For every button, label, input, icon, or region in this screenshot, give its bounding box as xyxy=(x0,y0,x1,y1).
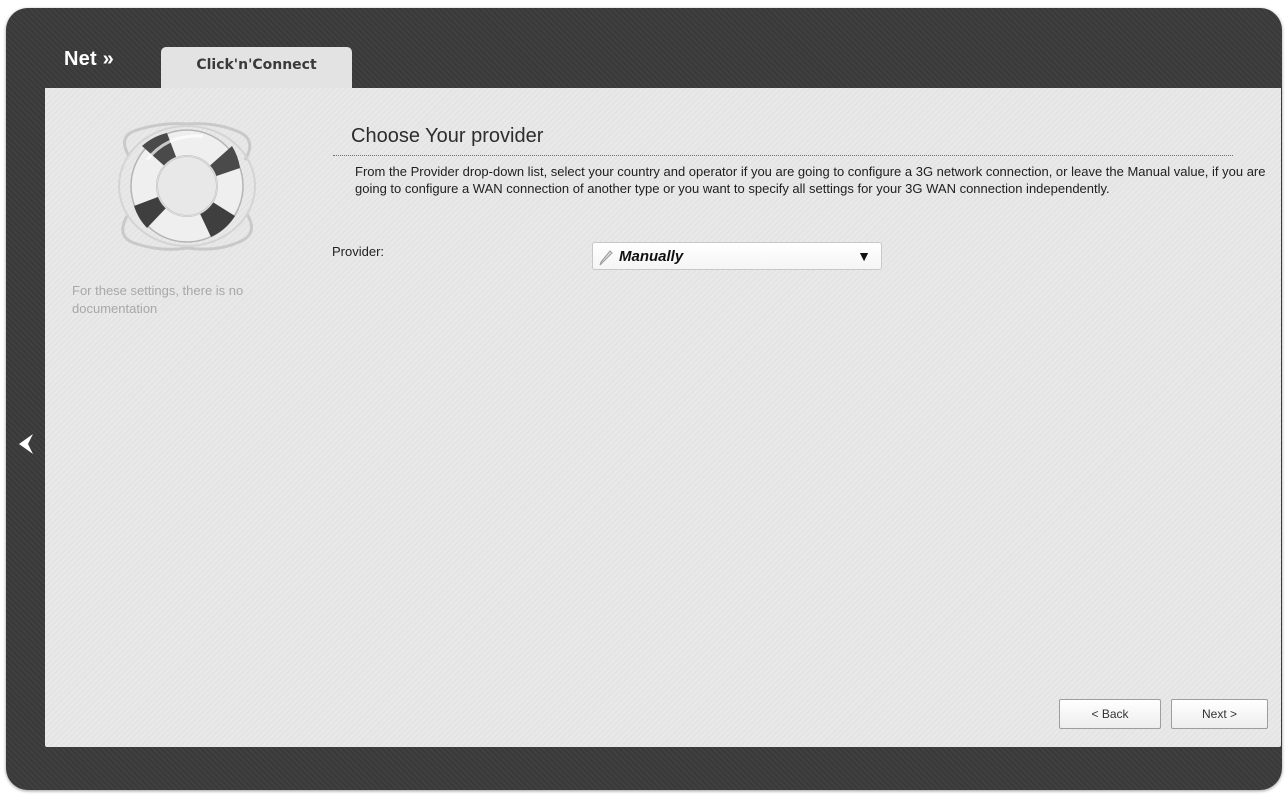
back-button[interactable]: < Back xyxy=(1059,699,1161,729)
next-button[interactable]: Next > xyxy=(1171,699,1268,729)
title-divider xyxy=(333,155,1233,156)
tab-click-n-connect[interactable]: Click'n'Connect xyxy=(161,47,352,89)
chevron-down-icon: ▼ xyxy=(857,248,871,264)
provider-label: Provider: xyxy=(332,244,385,259)
chevron-left-icon[interactable] xyxy=(13,428,39,460)
provider-select[interactable]: Manually ▼ xyxy=(592,242,882,270)
sidebar-note: For these settings, there is no document… xyxy=(72,283,244,316)
page-title: Choose Your provider xyxy=(351,125,544,147)
breadcrumb[interactable]: Net » xyxy=(64,48,114,71)
lifebuoy-icon xyxy=(107,116,267,261)
pencil-icon xyxy=(598,248,614,271)
provider-selected-value: Manually xyxy=(619,248,684,265)
page-description: From the Provider drop-down list, select… xyxy=(355,164,1266,196)
content-panel: For these settings, there is no document… xyxy=(45,88,1281,747)
